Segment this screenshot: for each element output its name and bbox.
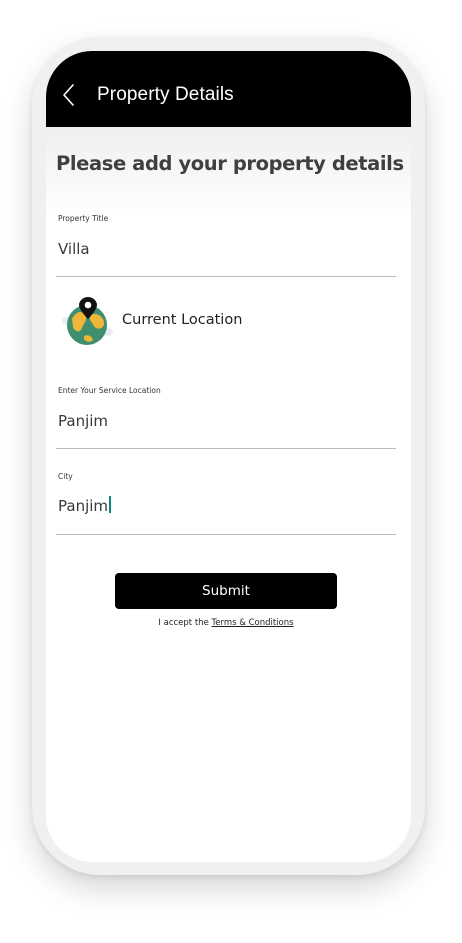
globe-location-icon xyxy=(62,297,113,345)
city-value: Panjim xyxy=(58,497,109,515)
page-heading: Please add your property details xyxy=(56,152,404,175)
property-title-divider xyxy=(56,276,396,277)
service-location-divider xyxy=(56,448,396,449)
current-location-button[interactable]: Current Location xyxy=(60,293,260,349)
property-title-label: Property Title xyxy=(58,214,109,223)
text-caret xyxy=(109,496,112,513)
app-bar: Property Details xyxy=(46,51,411,127)
back-arrow-icon[interactable] xyxy=(60,83,78,107)
city-label: City xyxy=(58,472,73,481)
app-screen: Property Details Please add your propert… xyxy=(46,51,411,862)
terms-text: I accept the Terms & Conditions xyxy=(46,618,406,628)
city-input[interactable]: Panjim xyxy=(58,496,112,515)
service-location-label: Enter Your Service Location xyxy=(58,386,161,395)
city-divider xyxy=(56,534,396,535)
terms-prefix: I accept the xyxy=(158,618,212,628)
current-location-label: Current Location xyxy=(122,312,243,328)
app-bar-title: Property Details xyxy=(97,84,234,105)
service-location-input[interactable] xyxy=(58,408,388,434)
terms-link[interactable]: Terms & Conditions xyxy=(212,618,294,628)
submit-button[interactable]: Submit xyxy=(115,573,337,609)
property-title-input[interactable] xyxy=(58,236,388,262)
